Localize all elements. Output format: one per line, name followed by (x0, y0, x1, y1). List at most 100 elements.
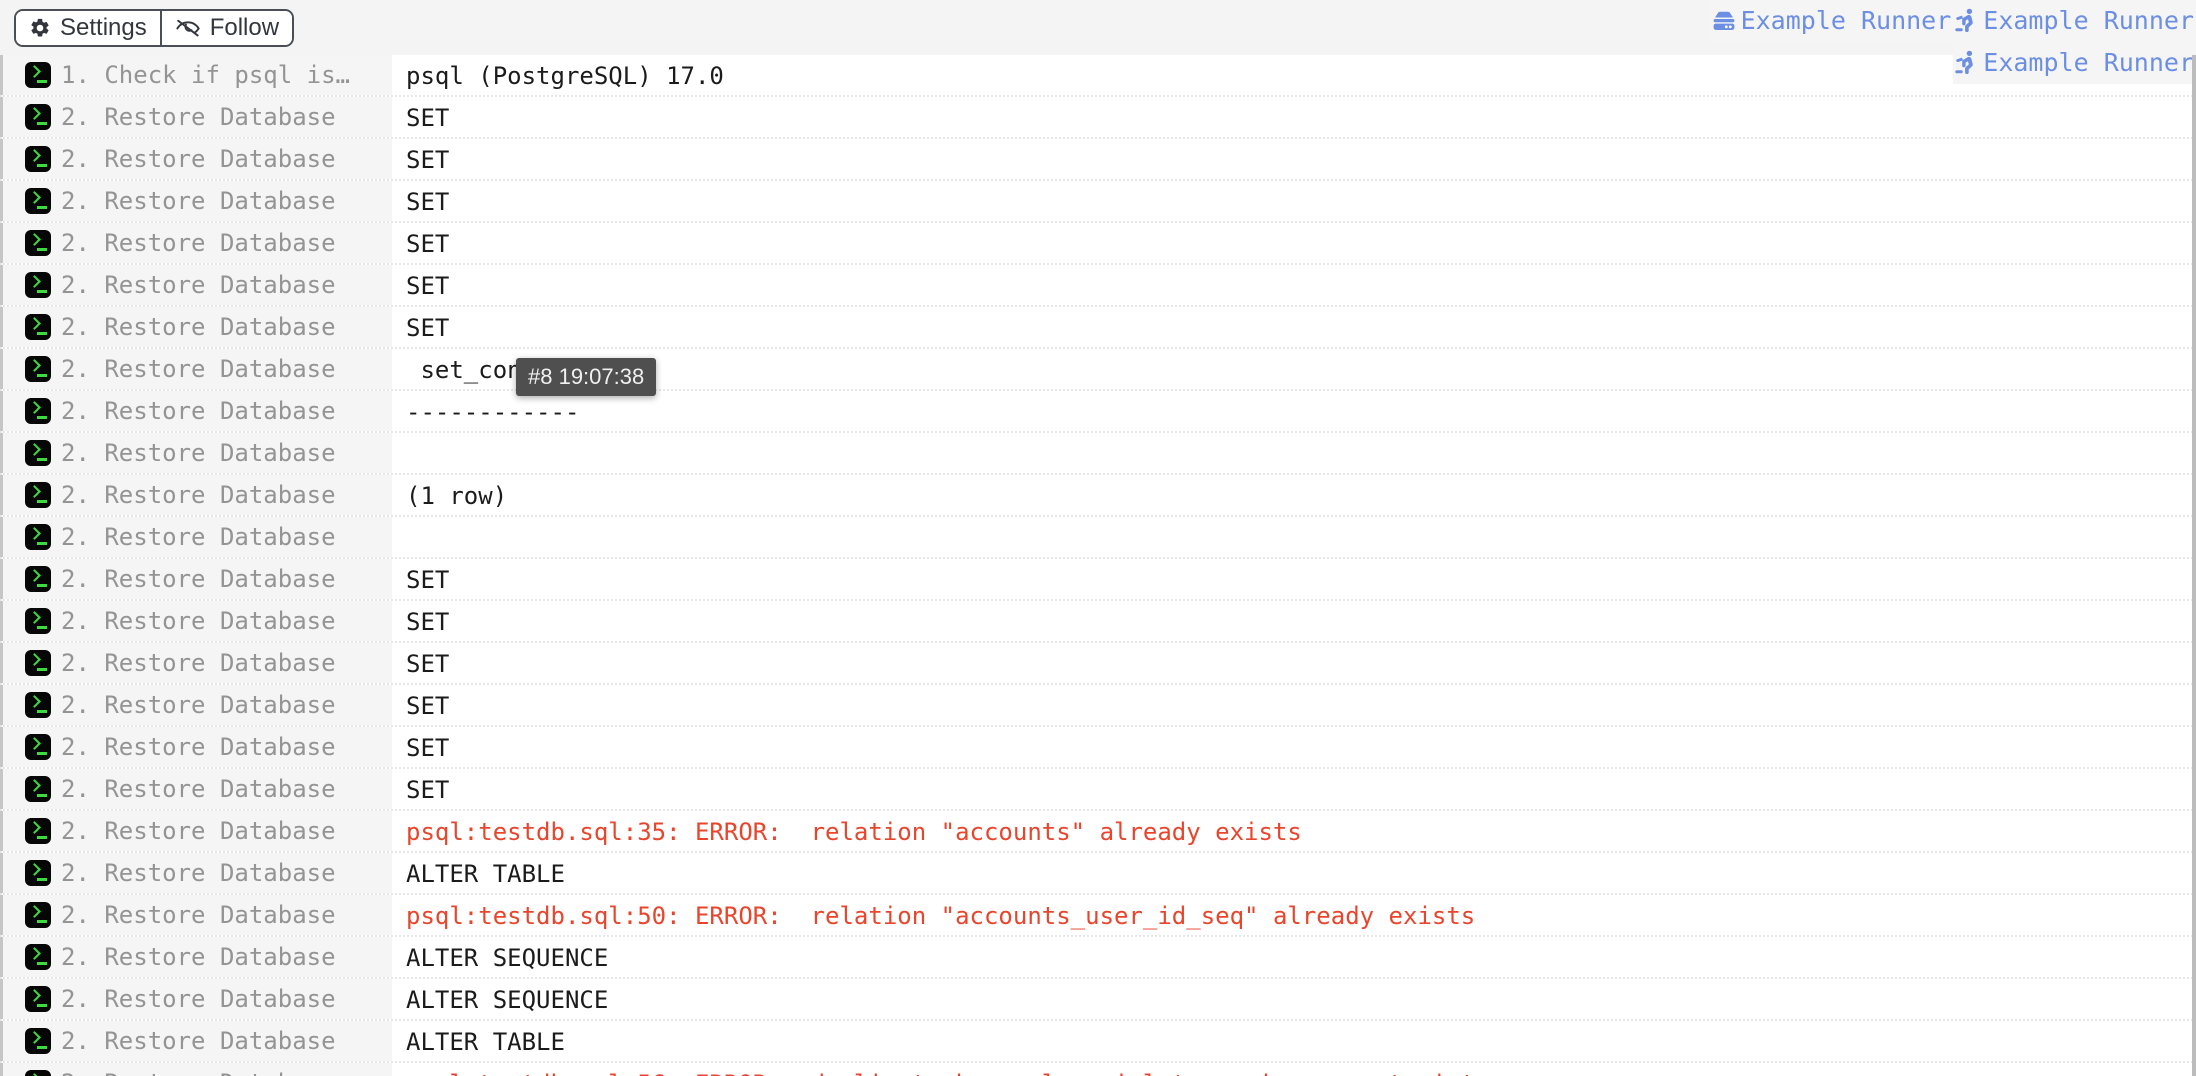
runner-link[interactable]: Example Runner (1953, 0, 2196, 42)
log-row-error-text: psql:testdb.sql:56: ERROR: duplicate key… (392, 1063, 2196, 1076)
log-row-step[interactable]: 2. Restore Database (0, 307, 392, 347)
terminal-icon (25, 440, 51, 466)
terminal-icon (25, 314, 51, 340)
log-row: 2. Restore Database SET (0, 559, 2196, 601)
log-row: 2. Restore Database SET (0, 307, 2196, 349)
log-row: 2. Restore Database SET (0, 685, 2196, 727)
terminal-icon (25, 62, 51, 88)
log-row-step[interactable]: 2. Restore Database (0, 811, 392, 851)
terminal-icon (25, 944, 51, 970)
follow-button-label: Follow (209, 13, 280, 41)
log-row-step-label: 2. Restore Database (61, 859, 336, 887)
log-row-step[interactable]: 2. Restore Database (0, 475, 392, 515)
log-row-step[interactable]: 2. Restore Database (0, 223, 392, 263)
log-row-step[interactable]: 2. Restore Database (0, 391, 392, 431)
log-row: 2. Restore Database (0, 433, 2196, 475)
log-row-text: SET (406, 314, 450, 342)
vertical-scrollbar[interactable] (2192, 55, 2196, 1076)
log-row-step-label: 2. Restore Database (61, 943, 336, 971)
log-row-step[interactable]: 2. Restore Database (0, 853, 392, 893)
log-row-step-label: 2. Restore Database (61, 523, 336, 551)
log-row: 2. Restore Database ALTER SEQUENCE (0, 937, 2196, 979)
settings-button[interactable]: Settings (16, 10, 160, 45)
log-row-error-text: psql:testdb.sql:50: ERROR: relation "acc… (406, 902, 1476, 930)
gear-icon (29, 17, 51, 39)
log-row: 2. Restore Database SET (0, 223, 2196, 265)
log-row-text: ALTER SEQUENCE (406, 944, 609, 972)
log-row-text: SET (406, 650, 450, 678)
terminal-icon (25, 1070, 51, 1076)
log-row-step[interactable]: 2. Restore Database (0, 727, 392, 767)
log-row: 2. Restore Database SET (0, 139, 2196, 181)
log-row-step-label: 2. Restore Database (61, 775, 336, 803)
log-row-step[interactable]: 2. Restore Database (0, 685, 392, 725)
log-row: 2. Restore Database SET (0, 265, 2196, 307)
log-row-step[interactable]: 2. Restore Database (0, 139, 392, 179)
terminal-icon (25, 1028, 51, 1054)
runner-link[interactable]: Example Runner (1708, 0, 1954, 42)
log-row-step[interactable]: 2. Restore Database (0, 181, 392, 221)
runner-icon (1955, 8, 1979, 34)
log-row-text: SET (406, 566, 450, 594)
log-row-step[interactable]: 2. Restore Database (0, 433, 392, 473)
log-row-step-label: 2. Restore Database (61, 1027, 336, 1055)
log-row-step[interactable]: 2. Restore Database (0, 937, 392, 977)
terminal-icon (25, 356, 51, 382)
log-row-step-label: 2. Restore Database (61, 565, 336, 593)
log-row: 2. Restore Database SET (0, 601, 2196, 643)
runner-link[interactable]: Example Runner (1953, 42, 2196, 84)
log-row-step[interactable]: 2. Restore Database (0, 517, 392, 557)
log-row: 2. Restore Database SET (0, 769, 2196, 811)
log-row-step-label: 2. Restore Database (61, 733, 336, 761)
log-row-step[interactable]: 2. Restore Database (0, 349, 392, 389)
follow-button[interactable]: Follow (159, 10, 293, 45)
log-row-step-label: 2. Restore Database (61, 187, 336, 215)
log-row: 2. Restore Database set_config (0, 349, 2196, 391)
log-row: 2. Restore Database psql:testdb.sql:56: E… (0, 1063, 2196, 1076)
log-row-step[interactable]: 2. Restore Database (0, 559, 392, 599)
log-row-text: ------------ (406, 398, 580, 426)
log-row: 2. Restore Database SET (0, 97, 2196, 139)
log-row-step-label: 2. Restore Database (61, 607, 336, 635)
log-row-step[interactable]: 2. Restore Database (0, 895, 392, 935)
toolbar-button-group: Settings Follow (14, 8, 295, 47)
terminal-icon (25, 188, 51, 214)
settings-button-label: Settings (60, 13, 147, 41)
log-row-step-label: 2. Restore Database (61, 1063, 336, 1076)
log-row-text: (1 row) (406, 482, 508, 510)
log-row-step-label: 2. Restore Database (61, 229, 336, 257)
log-row: 2. Restore Database psql:testdb.sql:50: E… (0, 895, 2196, 937)
log-row-step-label: 2. Restore Database (61, 145, 336, 173)
log-row-step[interactable]: 2. Restore Database (0, 601, 392, 641)
log-row: 2. Restore Database SET (0, 181, 2196, 223)
runner-link-label: Example Runner (1983, 6, 2194, 35)
log-row-step-label: 1. Check if psql is… (61, 61, 350, 89)
terminal-icon (25, 482, 51, 508)
log-row: 2. Restore Database SET (0, 643, 2196, 685)
runner-link-label: Example Runner (1740, 6, 1952, 35)
terminal-icon (25, 650, 51, 676)
log-row-text: ALTER TABLE (406, 860, 565, 888)
log-row-step[interactable]: 1. Check if psql is… (0, 55, 392, 95)
terminal-icon (25, 230, 51, 256)
log-row-text: psql (PostgreSQL) 17.0 (406, 62, 724, 90)
log-row-step-label: 2. Restore Database (61, 271, 336, 299)
log-row-step[interactable]: 2. Restore Database (0, 643, 392, 683)
runner-icon (1955, 50, 1979, 76)
log-row-step[interactable]: 2. Restore Database (0, 769, 392, 809)
terminal-icon (25, 692, 51, 718)
log-row-step[interactable]: 2. Restore Database (0, 265, 392, 305)
log-row-step[interactable]: 2. Restore Database (0, 97, 392, 137)
log-row-text: ALTER TABLE (406, 1028, 565, 1056)
log-row-text: SET (406, 104, 450, 132)
log-row-step[interactable]: 2. Restore Database (0, 979, 392, 1019)
log-row-step[interactable]: 2. Restore Database (0, 1063, 392, 1076)
log-row-text: SET (406, 272, 450, 300)
log-row: 2. Restore Database ALTER TABLE (0, 853, 2196, 895)
log-row-step[interactable]: 2. Restore Database (0, 1021, 392, 1061)
terminal-icon (25, 146, 51, 172)
log-row-step-label: 2. Restore Database (61, 817, 336, 845)
log-row-step-label: 2. Restore Database (61, 397, 336, 425)
log-row-step-label: 2. Restore Database (61, 313, 336, 341)
log-output[interactable]: 1. Check if psql is… psql (PostgreSQL) 17… (0, 55, 2196, 1076)
